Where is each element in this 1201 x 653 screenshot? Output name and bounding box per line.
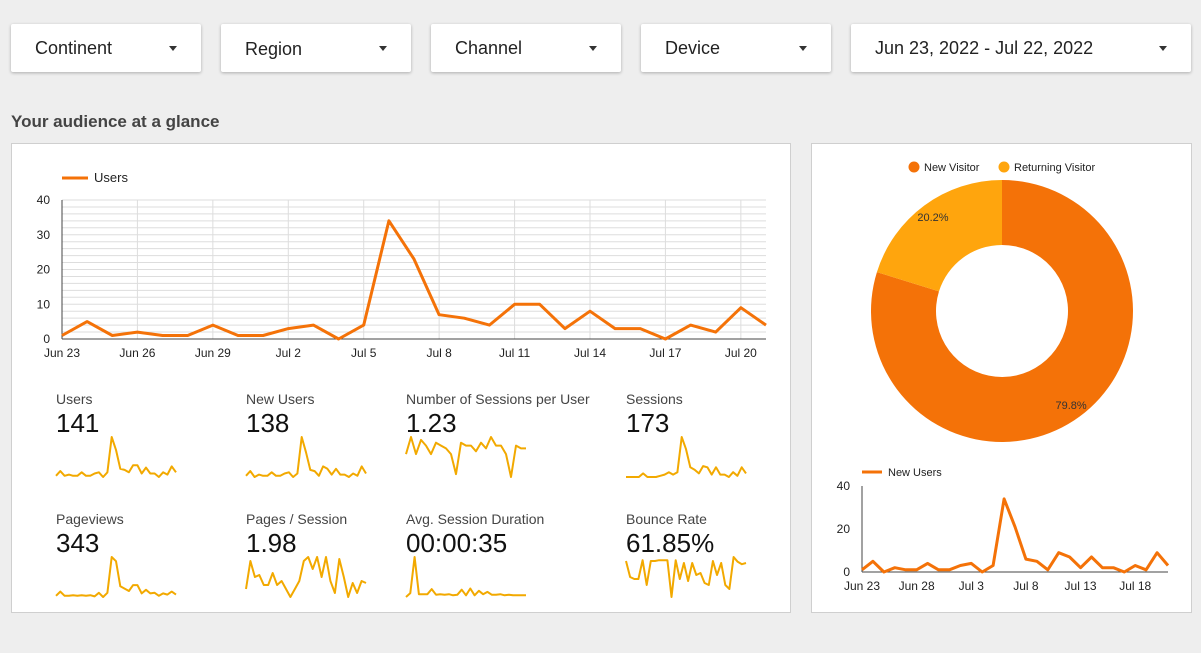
x-tick-label: Jul 2 bbox=[276, 346, 302, 360]
scorecard-label: Sessions bbox=[626, 391, 683, 407]
legend-label: New Visitor bbox=[924, 162, 980, 174]
sparkline-path bbox=[625, 556, 747, 598]
legend-dot bbox=[998, 161, 1010, 173]
scorecard-label: Bounce Rate bbox=[626, 511, 707, 527]
scorecard-sessions-per-user: Number of Sessions per User 1.23 bbox=[405, 391, 590, 491]
chevron-down-icon bbox=[1159, 46, 1167, 51]
x-tick-label: Jul 11 bbox=[499, 346, 530, 360]
scorecard-sparkline bbox=[245, 556, 367, 598]
scorecard-bounce-rate: Bounce Rate 61.85% bbox=[625, 511, 786, 611]
x-tick-label: Jul 20 bbox=[725, 346, 757, 360]
x-tick-label: Jul 13 bbox=[1065, 579, 1097, 593]
section-title: Your audience at a glance bbox=[11, 112, 220, 131]
donut-slice-returning-visitor bbox=[876, 180, 1002, 292]
chevron-down-icon bbox=[799, 46, 807, 51]
y-tick-label: 0 bbox=[843, 565, 850, 579]
chevron-down-icon bbox=[379, 46, 387, 51]
scorecard-avg-session-duration: Avg. Session Duration 00:00:35 bbox=[405, 511, 566, 611]
sparkline-path bbox=[245, 436, 367, 478]
x-tick-label: Jun 23 bbox=[844, 579, 880, 593]
new-users-line-chart: New Users 0 20 40 Jun 23 Jun 28 Jul 3 Jul 8 Jul … bbox=[837, 467, 1170, 593]
scorecard-label: New Users bbox=[246, 391, 315, 407]
scorecard-sparkline bbox=[405, 556, 526, 598]
chevron-down-icon bbox=[169, 46, 177, 51]
x-tick-label: Jul 8 bbox=[426, 346, 452, 360]
scorecard-label: Users bbox=[56, 391, 93, 407]
y-tick-label: 0 bbox=[43, 332, 50, 346]
series-line-users bbox=[61, 219, 767, 341]
audience-panel: Users 0 10 20 30 40 Jun 23 Jun 26 Jun 29 Jul 2 Jul… bbox=[11, 143, 791, 613]
sparkline-path bbox=[55, 556, 177, 598]
date-range-picker[interactable]: Jun 23, 2022 - Jul 22, 2022 bbox=[851, 24, 1191, 72]
slice-data-label: 79.8% bbox=[1055, 400, 1086, 412]
x-tick-label: Jul 3 bbox=[959, 579, 985, 593]
legend-dot bbox=[908, 161, 920, 173]
x-tick-label: Jul 5 bbox=[351, 346, 377, 360]
device-filter[interactable]: Device bbox=[641, 24, 831, 72]
channel-filter-label: Channel bbox=[455, 38, 523, 58]
x-tick-label: Jul 8 bbox=[1013, 579, 1039, 593]
date-range-label: Jun 23, 2022 - Jul 22, 2022 bbox=[875, 38, 1094, 58]
x-tick-label: Jun 26 bbox=[119, 346, 155, 360]
scorecard-sparkline bbox=[625, 556, 747, 598]
x-tick-label: Jun 29 bbox=[195, 346, 231, 360]
y-tick-label: 20 bbox=[37, 263, 51, 277]
scorecard-new-users: New Users 138 bbox=[245, 391, 406, 491]
chevron-down-icon bbox=[589, 46, 597, 51]
y-tick-label: 20 bbox=[837, 522, 851, 536]
y-tick-label: 40 bbox=[37, 193, 51, 207]
y-tick-label: 30 bbox=[37, 228, 51, 242]
y-tick-label: 10 bbox=[37, 297, 51, 311]
series-line-new-users bbox=[861, 497, 1170, 574]
users-line-chart: Users 0 10 20 30 40 Jun 23 Jun 26 Jun 29 Jul 2 Jul… bbox=[37, 170, 767, 360]
channel-filter[interactable]: Channel bbox=[431, 24, 621, 72]
x-tick-label: Jul 18 bbox=[1119, 579, 1151, 593]
region-filter[interactable]: Region bbox=[221, 24, 411, 72]
device-filter-label: Device bbox=[665, 38, 721, 58]
scorecard-label: Number of Sessions per User bbox=[406, 391, 590, 407]
x-tick-label: Jul 17 bbox=[649, 346, 681, 360]
scorecard-sparkline bbox=[405, 436, 526, 478]
scorecard-label: Pageviews bbox=[56, 511, 124, 527]
y-tick-label: 40 bbox=[837, 479, 851, 493]
continent-filter-label: Continent bbox=[35, 38, 113, 58]
slice-data-label: 20.2% bbox=[917, 212, 948, 224]
scorecard-label: Pages / Session bbox=[246, 511, 348, 527]
continent-filter[interactable]: Continent bbox=[11, 24, 201, 72]
legend-label: Returning Visitor bbox=[1014, 162, 1095, 174]
scorecard-sparkline bbox=[55, 556, 177, 598]
scorecard-pages-per-session: Pages / Session 1.98 bbox=[245, 511, 406, 611]
sparkline-path bbox=[405, 556, 526, 598]
region-filter-label: Region bbox=[245, 39, 303, 59]
scorecard-sparkline bbox=[55, 436, 177, 478]
x-tick-label: Jun 28 bbox=[899, 579, 935, 593]
scorecard-sparkline bbox=[245, 436, 367, 478]
scorecard-sparkline bbox=[626, 436, 747, 478]
x-tick-label: Jul 14 bbox=[574, 346, 606, 360]
scorecard-label: Avg. Session Duration bbox=[406, 511, 545, 527]
sparkline-path bbox=[55, 436, 177, 478]
sparkline-path bbox=[405, 436, 526, 478]
scorecard-sessions: Sessions 173 bbox=[626, 391, 786, 491]
scorecard-users: Users 141 bbox=[55, 391, 216, 491]
scorecard-pageviews: Pageviews 343 bbox=[55, 511, 216, 611]
visitor-donut-chart: New Visitor Returning Visitor 79.8% 20.2% bbox=[871, 161, 1133, 442]
sparkline-path bbox=[245, 556, 367, 598]
visitor-panel: New Visitor Returning Visitor 79.8% 20.2% N… bbox=[811, 143, 1192, 613]
legend-label: Users bbox=[94, 170, 128, 185]
legend-label: New Users bbox=[888, 467, 942, 479]
sparkline-path bbox=[626, 436, 747, 478]
x-tick-label: Jun 23 bbox=[44, 346, 80, 360]
